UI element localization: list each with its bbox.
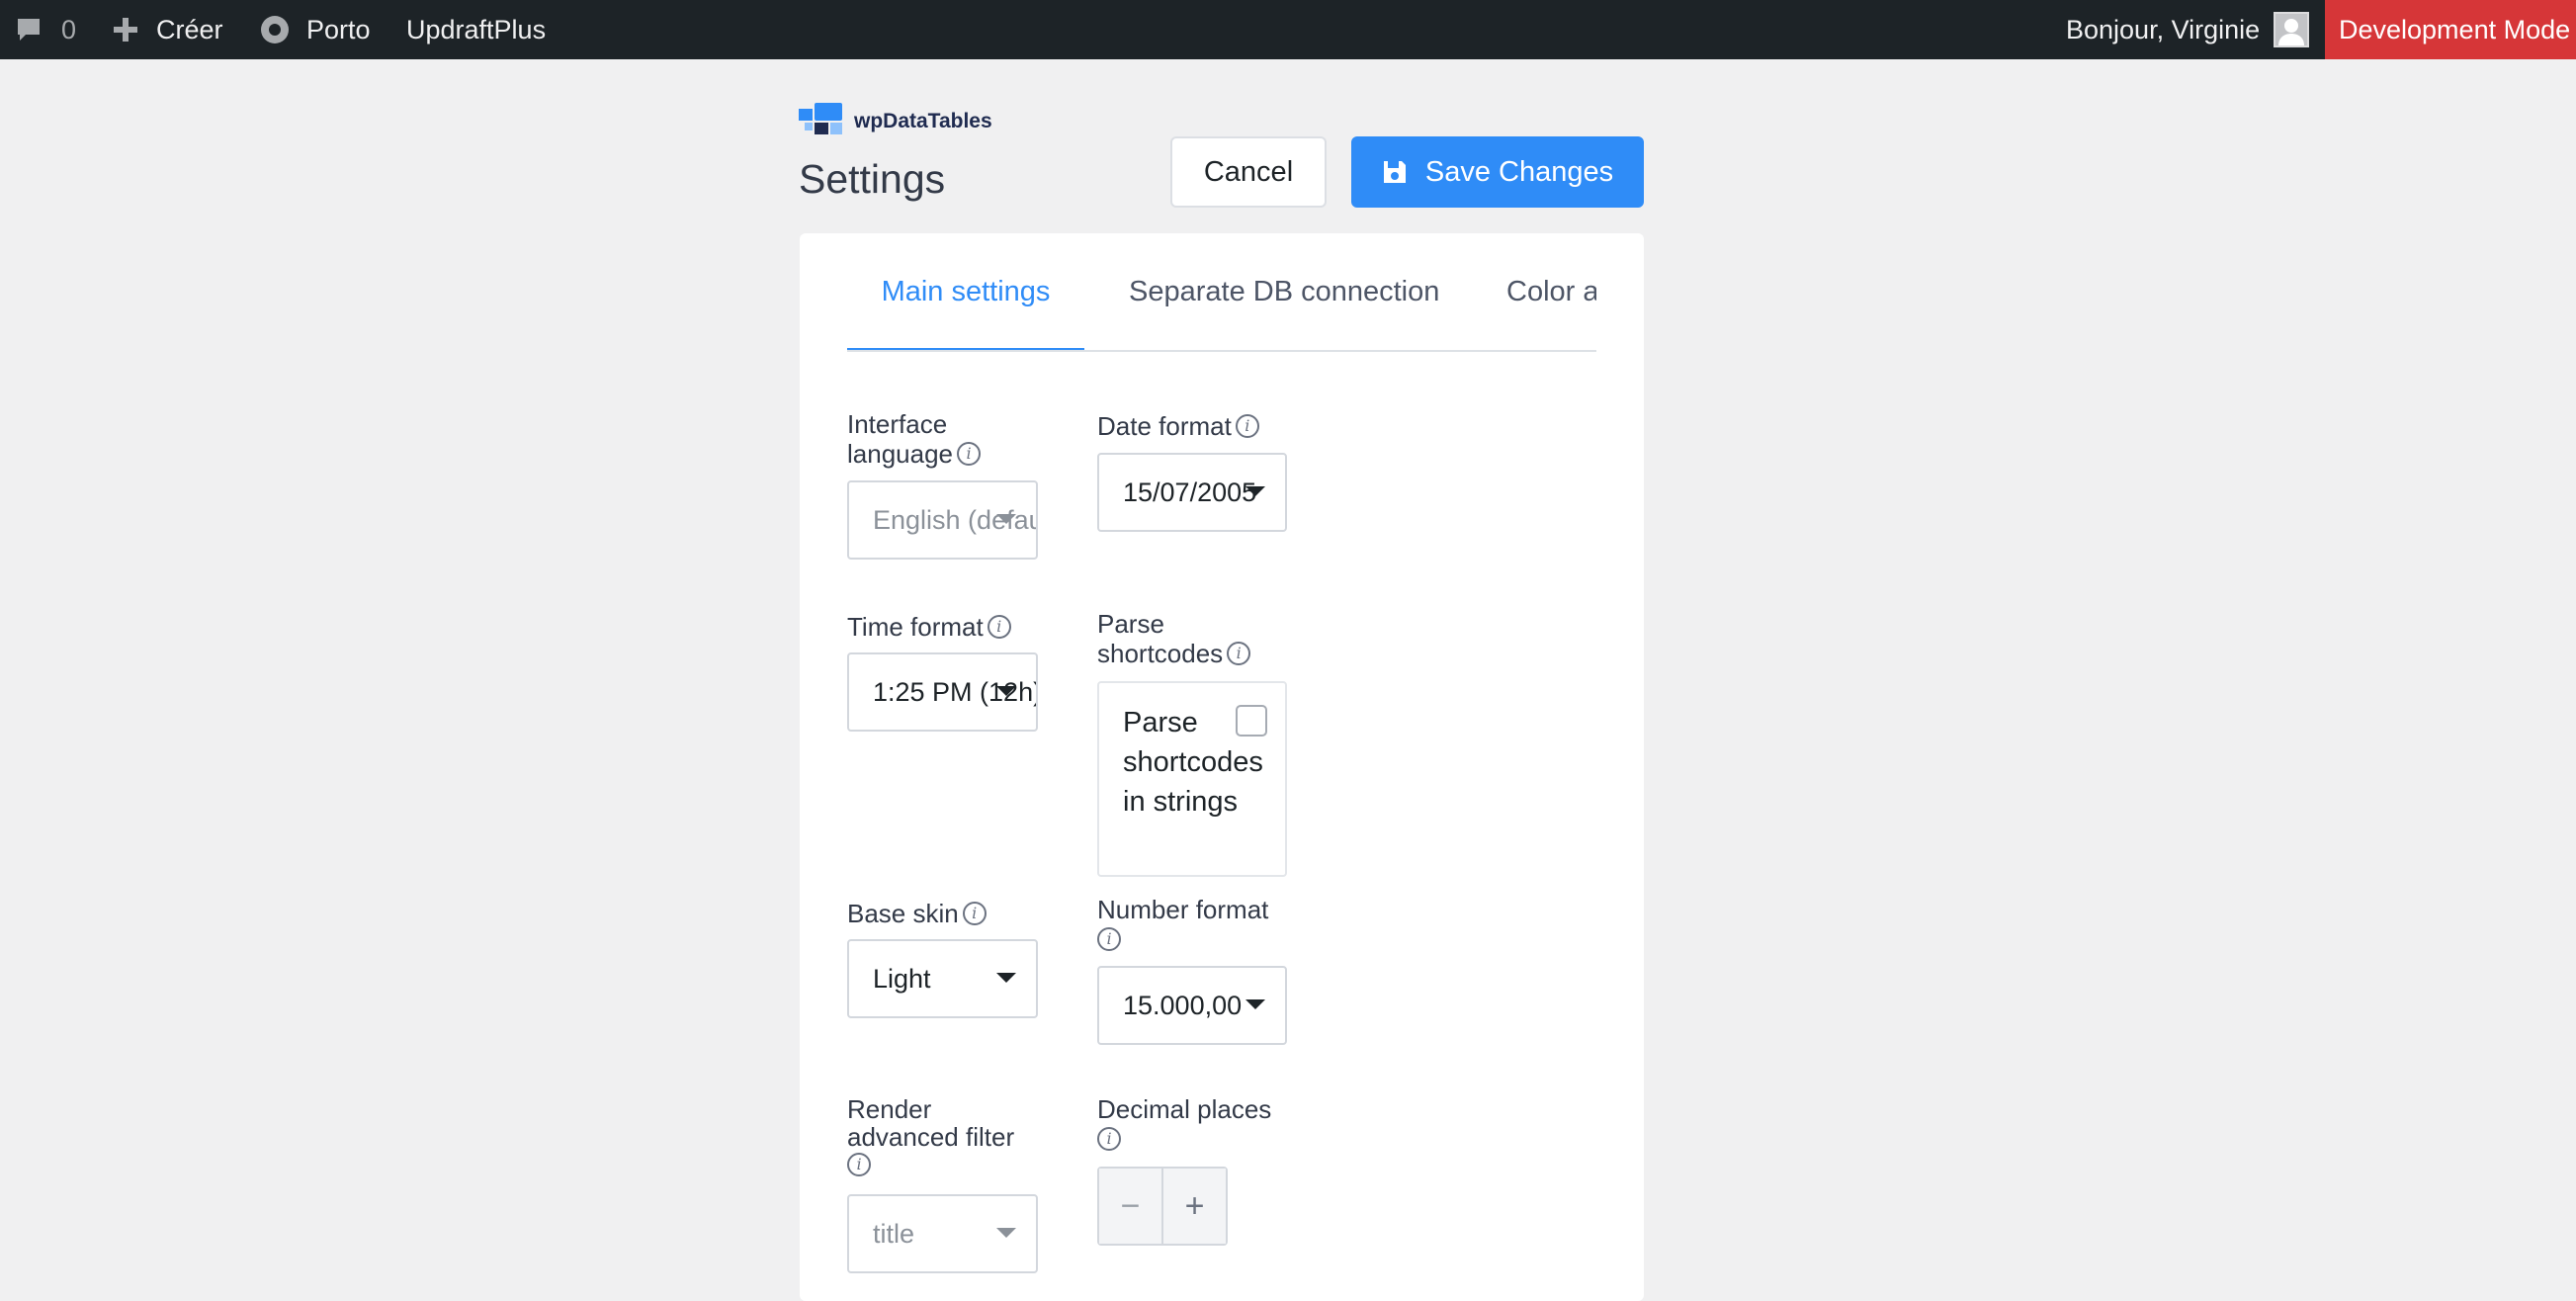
greeting: Bonjour, Virginie xyxy=(2066,14,2261,44)
tab-color-font-settings[interactable]: Color and font settings xyxy=(1506,233,1596,350)
info-icon[interactable]: i xyxy=(1227,642,1251,666)
create-label: Créer xyxy=(156,14,223,44)
info-icon[interactable]: i xyxy=(1097,1127,1121,1152)
create-menu[interactable]: Créer xyxy=(111,0,223,59)
info-icon[interactable]: i xyxy=(962,902,987,926)
base-skin-select[interactable]: Light xyxy=(847,939,1038,1018)
chevron-down-icon xyxy=(996,514,1016,524)
chevron-down-icon xyxy=(996,973,1016,983)
decrement-button[interactable]: − xyxy=(1099,1169,1163,1244)
interface-language-select[interactable]: English (default) xyxy=(847,480,1038,560)
info-icon[interactable]: i xyxy=(987,615,1011,640)
chevron-down-icon xyxy=(996,686,1016,696)
comments-count: 0 xyxy=(61,14,77,44)
parse-shortcodes-checkbox[interactable] xyxy=(1236,705,1267,737)
info-icon[interactable]: i xyxy=(1097,927,1121,952)
parse-shortcodes-label: Parse shortcodes i xyxy=(1097,609,1275,668)
brand: wpDataTables xyxy=(799,103,992,140)
chevron-down-icon xyxy=(996,1228,1016,1238)
save-changes-button[interactable]: Save Changes xyxy=(1351,136,1644,208)
number-format-select[interactable]: 15.000,00 xyxy=(1097,966,1287,1045)
info-icon[interactable]: i xyxy=(957,442,981,467)
site-name: Porto xyxy=(306,14,371,44)
tab-label: Main settings xyxy=(881,275,1051,307)
render-advanced-filter-select[interactable]: title xyxy=(847,1194,1038,1273)
plus-icon xyxy=(111,15,140,44)
tab-main-settings[interactable]: Main settings xyxy=(847,233,1084,350)
tab-separate-db-connection[interactable]: Separate DB connection xyxy=(1129,233,1439,350)
base-skin-label: Base skin i xyxy=(847,899,1045,928)
page-title: Settings xyxy=(799,156,946,202)
comment-icon xyxy=(14,15,43,44)
info-icon[interactable]: i xyxy=(1235,414,1259,439)
active-tab-indicator xyxy=(847,348,1084,350)
save-icon xyxy=(1382,159,1408,185)
plugin-label: UpdraftPlus xyxy=(406,14,547,44)
number-format-label: Number format i xyxy=(1097,895,1295,954)
decimal-places-stepper: − + xyxy=(1097,1167,1228,1246)
settings-tabs: Main settings Separate DB connection Col… xyxy=(847,233,1596,352)
wpdatatables-logo-icon xyxy=(799,103,844,140)
chevron-down-icon xyxy=(1245,486,1265,496)
development-mode-badge[interactable]: Development Mode xyxy=(2325,0,2576,59)
save-changes-label: Save Changes xyxy=(1424,155,1614,188)
tab-label: Separate DB connection xyxy=(1129,275,1440,307)
time-format-label: Time format i xyxy=(847,612,1045,642)
avatar xyxy=(2274,12,2310,47)
brand-name: wpDataTables xyxy=(854,110,992,132)
interface-language-label: Interface language i xyxy=(847,409,1045,469)
date-format-label: Date format i xyxy=(1097,411,1295,441)
dev-mode-label: Development Mode xyxy=(2339,14,2571,44)
date-format-select[interactable]: 15/07/2005 xyxy=(1097,453,1287,532)
tab-label: Color and font settings xyxy=(1506,275,1596,307)
dashboard-icon xyxy=(259,14,291,45)
account-menu[interactable]: Bonjour, Virginie xyxy=(2066,0,2310,59)
updraftplus-menu[interactable]: UpdraftPlus xyxy=(406,0,546,59)
decimal-places-label: Decimal places i xyxy=(1097,1094,1295,1154)
render-advanced-filter-label: Render advanced filter i xyxy=(847,1095,1045,1178)
time-format-select[interactable]: 1:25 PM (12h) xyxy=(847,652,1038,732)
info-icon[interactable]: i xyxy=(847,1153,871,1177)
comments-menu[interactable]: 0 xyxy=(14,0,76,59)
parse-shortcodes-toggle: Parse shortcodes in strings xyxy=(1097,681,1287,877)
site-menu[interactable]: Porto xyxy=(259,0,371,59)
admin-bar: 0 Créer Porto UpdraftPlus Bonjour, Virgi… xyxy=(0,0,2576,59)
cancel-button[interactable]: Cancel xyxy=(1170,136,1327,208)
chevron-down-icon xyxy=(1245,999,1265,1009)
increment-button[interactable]: + xyxy=(1163,1169,1226,1244)
